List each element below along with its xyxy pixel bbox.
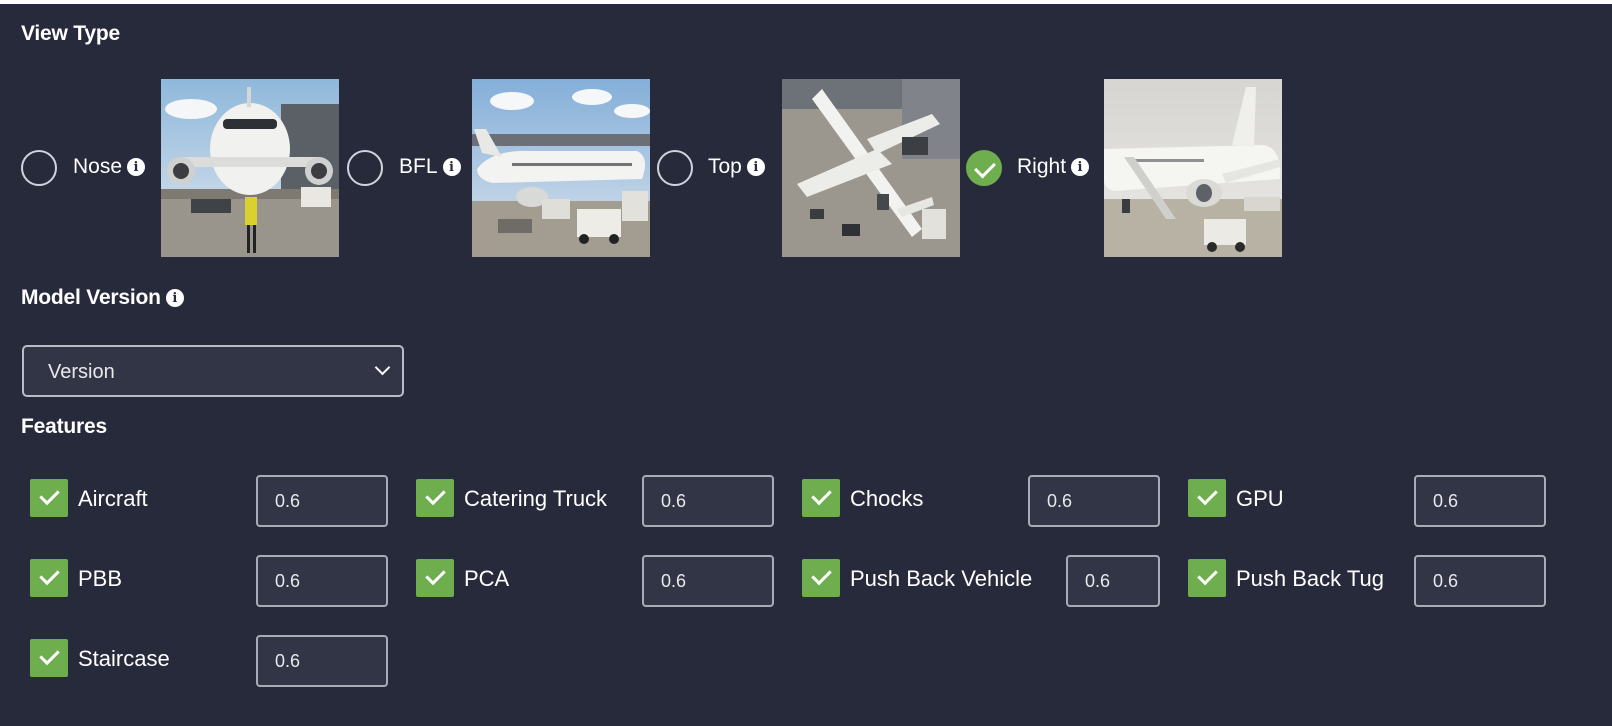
feature-label: GPU (1236, 486, 1284, 511)
feature-label: PCA (464, 566, 510, 591)
feature-label: PBB (78, 566, 123, 591)
chocks-checkbox[interactable] (802, 479, 840, 517)
info-icon[interactable]: i (746, 158, 765, 177)
staircase-checkbox[interactable] (30, 639, 68, 677)
nose-view-image[interactable] (161, 79, 339, 257)
pca-threshold-input[interactable]: 0.6 (642, 555, 774, 607)
pbb-threshold-input[interactable]: 0.6 (256, 555, 388, 607)
info-icon[interactable]: i (442, 158, 461, 177)
nose-label: Nose (73, 155, 123, 178)
view-type-title: View Type (21, 22, 120, 45)
bfl-view-image[interactable] (472, 79, 650, 257)
features-title: Features (21, 415, 107, 438)
bfl-radio[interactable] (347, 150, 383, 186)
info-icon[interactable]: i (127, 158, 146, 177)
feature-label: Push Back Vehicle (850, 566, 1033, 591)
gpu-checkbox[interactable] (1188, 479, 1226, 517)
gpu-threshold-input[interactable]: 0.6 (1414, 475, 1546, 527)
push-back-tug-threshold-input[interactable]: 0.6 (1414, 555, 1546, 607)
aircraft-threshold-input[interactable]: 0.6 (256, 475, 388, 527)
right-radio[interactable] (966, 150, 1002, 186)
model-version-title: Model Version i (21, 286, 184, 310)
top-label: Top (708, 155, 742, 178)
feature-label: Staircase (78, 646, 170, 671)
model-version-value: Version (48, 361, 115, 383)
push-back-vehicle-threshold-input[interactable]: 0.6 (1066, 555, 1160, 607)
right-view-image[interactable] (1104, 79, 1282, 257)
bfl-label: BFL (399, 155, 438, 178)
info-icon[interactable]: i (1071, 158, 1090, 177)
pbb-checkbox[interactable] (30, 559, 68, 597)
push-back-vehicle-checkbox[interactable] (802, 559, 840, 597)
info-icon[interactable]: i (165, 289, 184, 308)
feature-label: Aircraft (78, 486, 148, 511)
aircraft-checkbox[interactable] (30, 479, 68, 517)
feature-label: Push Back Tug (1236, 566, 1384, 591)
chevron-down-icon (374, 359, 391, 376)
catering-truck-threshold-input[interactable]: 0.6 (642, 475, 774, 527)
catering-truck-checkbox[interactable] (416, 479, 454, 517)
top-view-image[interactable] (782, 79, 960, 257)
staircase-threshold-input[interactable]: 0.6 (256, 635, 388, 687)
push-back-tug-checkbox[interactable] (1188, 559, 1226, 597)
nose-radio[interactable] (21, 150, 57, 186)
model-version-select[interactable]: Version (22, 345, 404, 397)
right-label: Right (1017, 155, 1067, 178)
settings-panel: View Type Nose i BFL i Top i Right i Mod… (0, 4, 1612, 726)
feature-label: Catering Truck (464, 486, 608, 511)
chocks-threshold-input[interactable]: 0.6 (1028, 475, 1160, 527)
pca-checkbox[interactable] (416, 559, 454, 597)
model-version-title-text: Model Version (21, 286, 161, 309)
top-radio[interactable] (657, 150, 693, 186)
feature-label: Chocks (850, 486, 924, 511)
